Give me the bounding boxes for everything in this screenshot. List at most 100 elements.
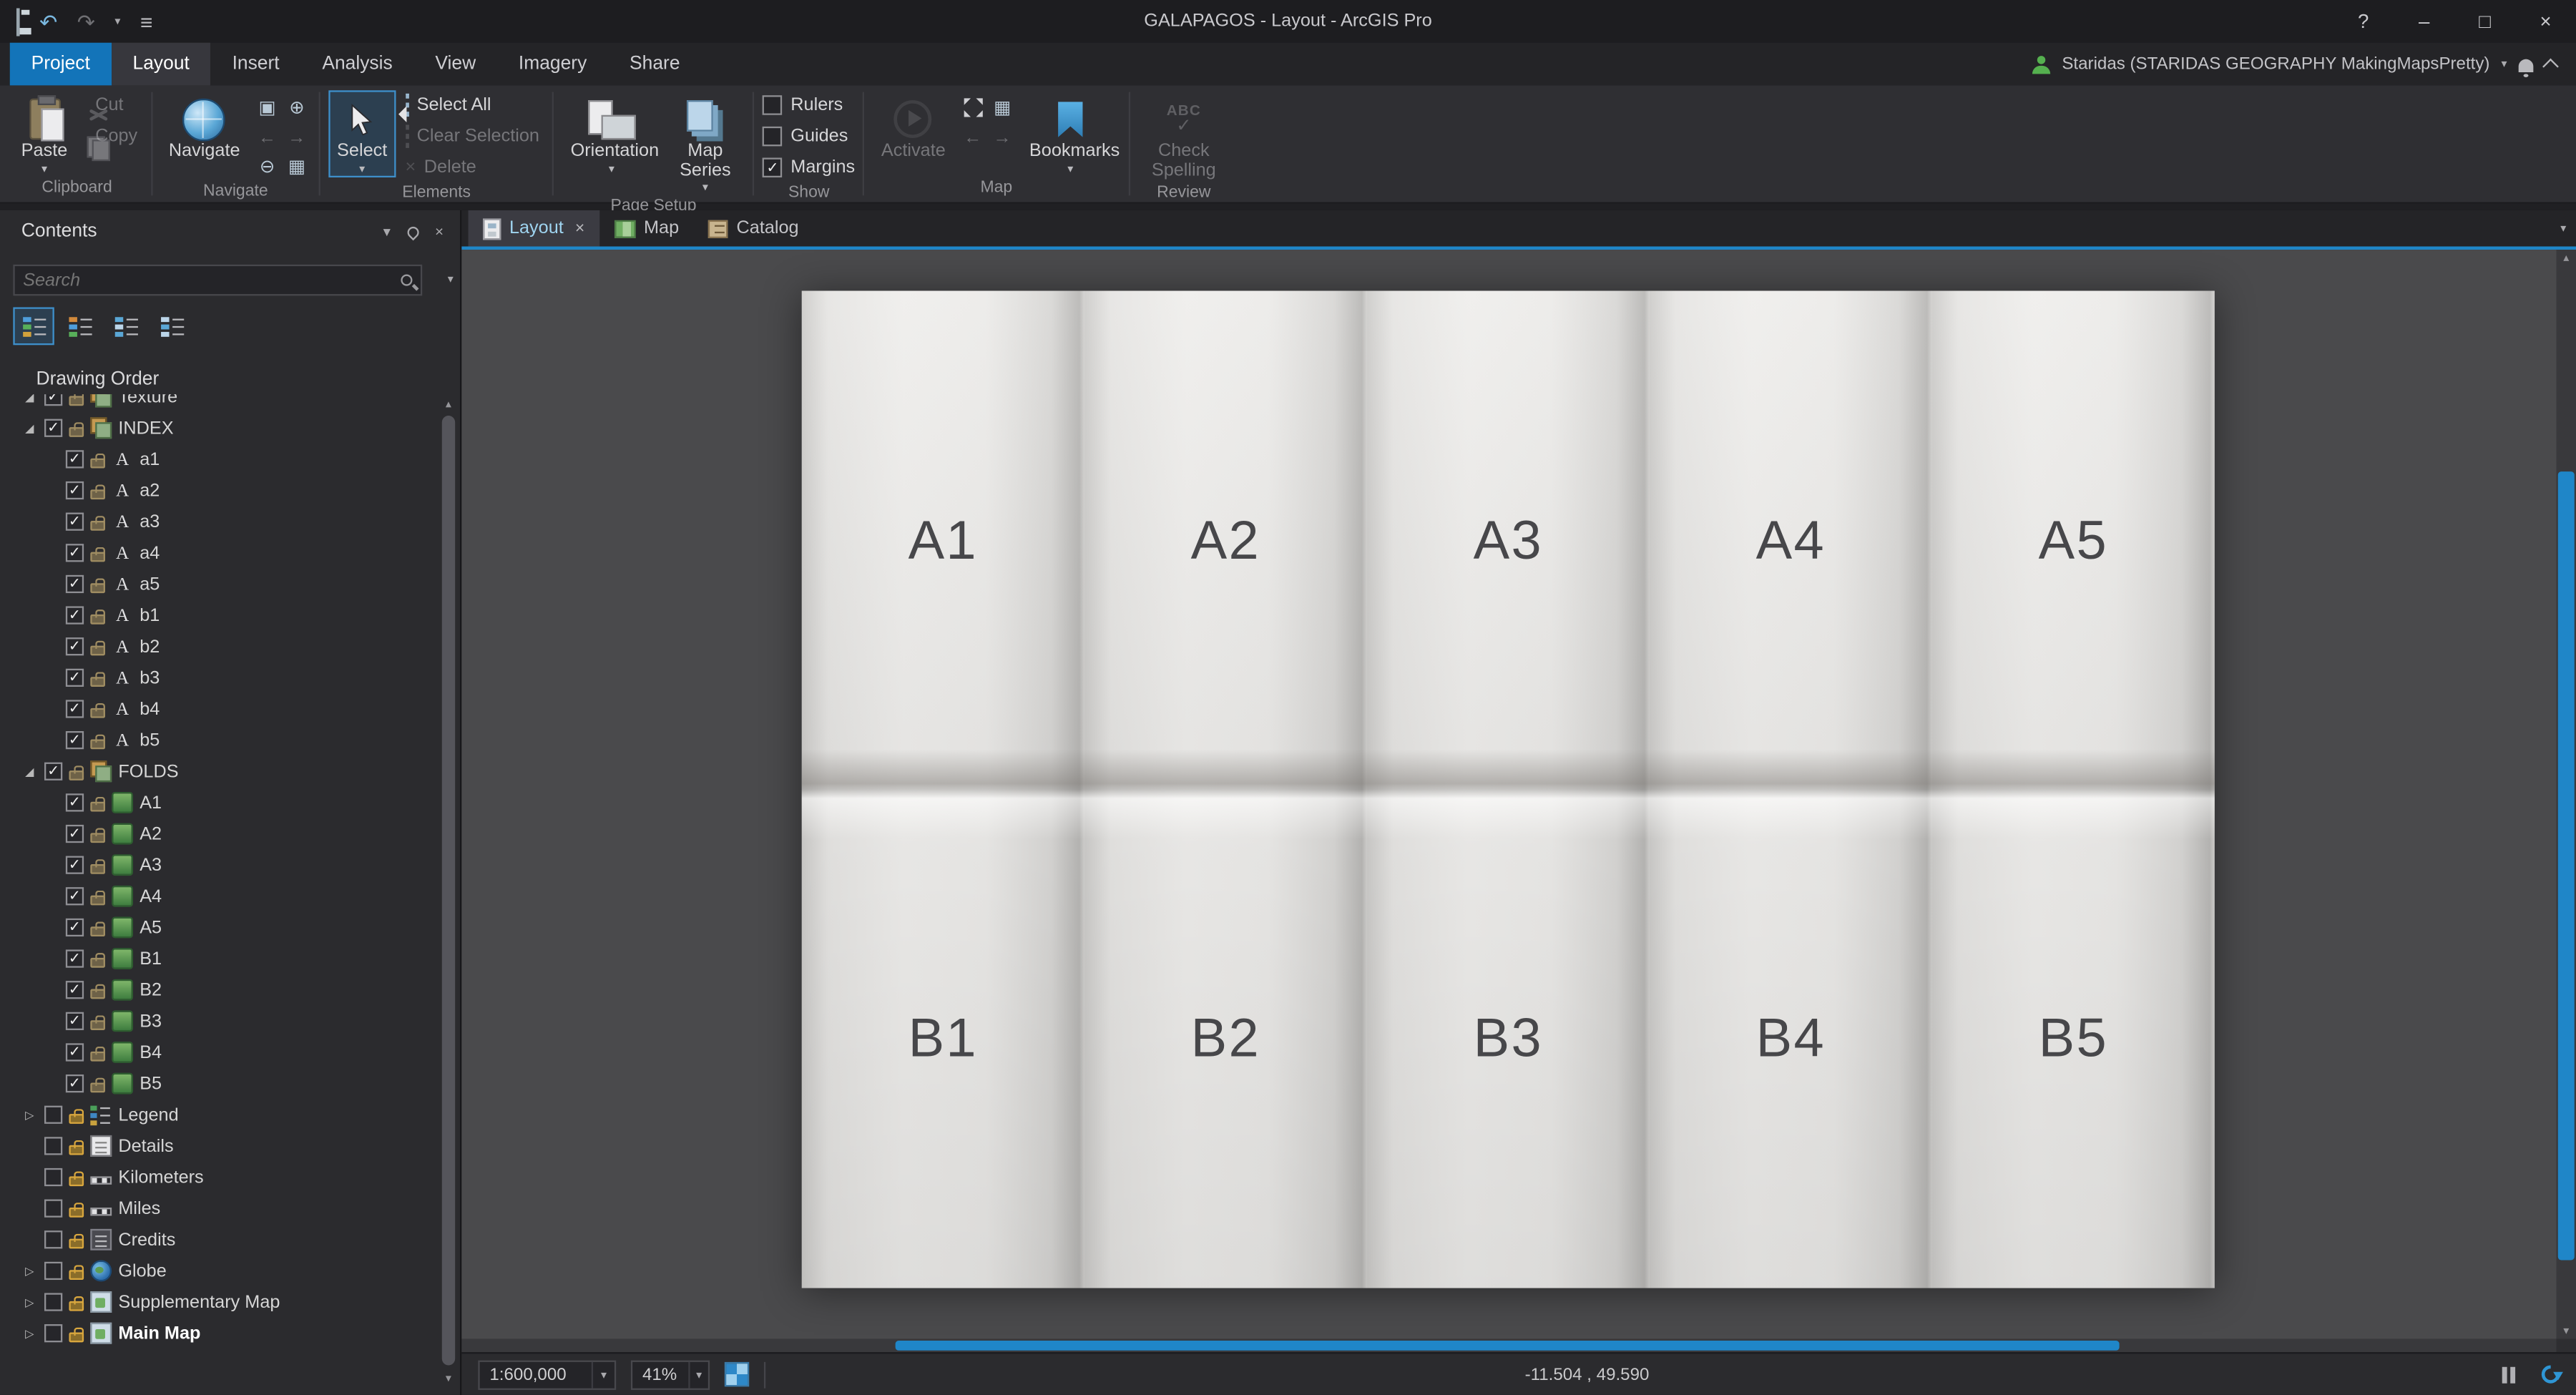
pane-close-icon[interactable]: × bbox=[435, 223, 444, 240]
list-by-source-button[interactable] bbox=[59, 307, 100, 345]
save-icon[interactable] bbox=[16, 7, 20, 36]
rulers-toggle[interactable]: Rulers bbox=[763, 90, 855, 119]
doc-tab-layout[interactable]: Layout × bbox=[468, 210, 599, 247]
expand-arrow[interactable]: ▷ bbox=[21, 1108, 38, 1121]
map-next-extent-button[interactable]: → bbox=[989, 123, 1017, 151]
layer-checkbox[interactable]: ✓ bbox=[65, 793, 84, 812]
contents-scroll-thumb[interactable] bbox=[441, 416, 456, 1366]
zoom-caret-icon[interactable]: ▾ bbox=[688, 1361, 708, 1388]
margins-checkbox[interactable]: ✓ bbox=[763, 157, 783, 178]
previous-extent-button[interactable]: ← bbox=[253, 123, 281, 151]
layer-checkbox[interactable]: ✓ bbox=[65, 637, 84, 656]
zoom-full-extent-button[interactable] bbox=[959, 94, 986, 122]
expand-arrow[interactable]: ◢ bbox=[21, 394, 38, 403]
layer-row[interactable]: ▷ Supplementary Map bbox=[0, 1286, 437, 1318]
v-scroll-up-icon[interactable]: ▴ bbox=[2557, 251, 2576, 265]
doc-tab-catalog[interactable]: Catalog bbox=[694, 210, 813, 247]
tab-share[interactable]: Share bbox=[608, 43, 701, 86]
undo-icon[interactable]: ↶ bbox=[39, 11, 57, 32]
layer-row[interactable]: ◢ ✓ Texture bbox=[0, 394, 437, 412]
expand-arrow[interactable]: ▷ bbox=[21, 1296, 38, 1308]
activate-button[interactable]: Activate bbox=[873, 90, 954, 163]
layer-checkbox[interactable]: ✓ bbox=[44, 394, 63, 406]
select-button[interactable]: Select ▾ bbox=[328, 90, 396, 177]
contents-scrollbar[interactable]: ▴ ▾ bbox=[440, 398, 456, 1385]
collapse-ribbon-icon[interactable] bbox=[2542, 58, 2559, 75]
layer-checkbox[interactable]: ✓ bbox=[65, 856, 84, 874]
navigate-button[interactable]: Navigate bbox=[160, 90, 248, 163]
next-extent-button[interactable]: → bbox=[283, 123, 310, 151]
v-scroll-thumb[interactable] bbox=[2557, 471, 2575, 1261]
tab-insert[interactable]: Insert bbox=[211, 43, 301, 86]
layer-checkbox[interactable]: ✓ bbox=[44, 418, 63, 437]
search-input[interactable] bbox=[23, 270, 393, 290]
menu-icon[interactable]: ≡ bbox=[140, 11, 152, 32]
layer-row[interactable]: ✓ B1 bbox=[0, 943, 437, 974]
scroll-down-icon[interactable]: ▾ bbox=[440, 1372, 456, 1385]
layer-row[interactable]: ✓ A4 bbox=[0, 881, 437, 912]
cut-button[interactable]: Cut bbox=[82, 90, 142, 119]
layer-row[interactable]: ✓ A b5 bbox=[0, 725, 437, 756]
layer-checkbox[interactable]: ✓ bbox=[65, 1043, 84, 1062]
guides-toggle[interactable]: Guides bbox=[763, 122, 855, 151]
layer-row[interactable]: Miles bbox=[0, 1193, 437, 1224]
guides-checkbox[interactable] bbox=[763, 126, 783, 147]
list-by-drawing-order-button[interactable] bbox=[13, 307, 54, 346]
layer-checkbox[interactable] bbox=[44, 1230, 63, 1249]
full-extent-button[interactable]: ▣ bbox=[253, 94, 281, 122]
layer-row[interactable]: ✓ A2 bbox=[0, 818, 437, 850]
zoom-to-selection-button[interactable]: ▦ bbox=[283, 153, 310, 181]
layer-row[interactable]: ✓ A a4 bbox=[0, 537, 437, 569]
layer-row[interactable]: ◢ ✓ INDEX bbox=[0, 412, 437, 444]
layer-checkbox[interactable]: ✓ bbox=[65, 824, 84, 843]
redo-icon[interactable]: ↷ bbox=[77, 11, 95, 32]
layer-checkbox[interactable]: ✓ bbox=[44, 762, 63, 780]
layer-row[interactable]: ▷ Main Map bbox=[0, 1318, 437, 1349]
maximize-button[interactable]: □ bbox=[2454, 0, 2515, 43]
minimize-button[interactable]: – bbox=[2394, 0, 2454, 43]
layer-checkbox[interactable]: ✓ bbox=[65, 544, 84, 562]
layer-checkbox[interactable]: ✓ bbox=[65, 949, 84, 968]
layer-row[interactable]: ✓ B4 bbox=[0, 1037, 437, 1068]
clear-selection-button[interactable]: Clear Selection bbox=[401, 122, 544, 151]
search-history-caret-icon[interactable]: ▾ bbox=[448, 273, 454, 286]
expand-arrow[interactable]: ◢ bbox=[21, 765, 38, 778]
select-all-button[interactable]: Select All bbox=[401, 90, 544, 119]
h-scroll-thumb[interactable] bbox=[895, 1341, 2120, 1351]
layer-checkbox[interactable]: ✓ bbox=[65, 981, 84, 999]
account-menu[interactable]: Staridas (STARIDAS GEOGRAPHY MakingMapsP… bbox=[2032, 43, 2576, 86]
layer-checkbox[interactable]: ✓ bbox=[65, 730, 84, 750]
layer-row[interactable]: ✓ A3 bbox=[0, 849, 437, 881]
paste-button[interactable]: Paste ▾ bbox=[11, 90, 77, 177]
pane-menu-caret-icon[interactable]: ▾ bbox=[383, 222, 391, 240]
check-spelling-button[interactable]: ABC ✓ Check Spelling bbox=[1138, 90, 1230, 182]
tab-analysis[interactable]: Analysis bbox=[300, 43, 413, 86]
layer-row[interactable]: ▷ Legend bbox=[0, 1099, 437, 1130]
orientation-button[interactable]: Orientation ▾ bbox=[562, 90, 661, 177]
expand-arrow[interactable]: ▷ bbox=[21, 1264, 38, 1278]
delete-button[interactable]: × Delete bbox=[401, 153, 544, 182]
tab-layout[interactable]: Layout bbox=[111, 42, 211, 86]
layer-checkbox[interactable] bbox=[44, 1324, 63, 1343]
layer-row[interactable]: ✓ B2 bbox=[0, 974, 437, 1006]
tab-view[interactable]: View bbox=[414, 43, 497, 86]
scale-caret-icon[interactable]: ▾ bbox=[591, 1361, 614, 1388]
snapping-toggle-icon[interactable] bbox=[724, 1361, 750, 1387]
layout-paper[interactable]: A1 A2 A3 A4 A5 B1 B2 B3 B4 B5 bbox=[801, 290, 2215, 1288]
customize-qat-caret-icon[interactable]: ▾ bbox=[114, 16, 120, 27]
layer-row[interactable]: ✓ B5 bbox=[0, 1068, 437, 1100]
scale-combo[interactable]: 1:600,000 ▾ bbox=[478, 1359, 617, 1389]
layer-checkbox[interactable] bbox=[44, 1137, 63, 1155]
layer-row[interactable]: ✓ A1 bbox=[0, 787, 437, 818]
layer-row[interactable]: ▷ Globe bbox=[0, 1256, 437, 1287]
layer-checkbox[interactable]: ✓ bbox=[65, 450, 84, 469]
copy-button[interactable]: Copy bbox=[82, 122, 142, 151]
margins-toggle[interactable]: ✓ Margins bbox=[763, 153, 855, 182]
v-scroll-down-icon[interactable]: ▾ bbox=[2557, 1324, 2576, 1337]
vertical-scrollbar[interactable]: ▴ ▾ bbox=[2556, 250, 2576, 1339]
doc-tab-map[interactable]: Map bbox=[599, 210, 694, 247]
horizontal-scrollbar[interactable] bbox=[461, 1338, 2557, 1353]
search-icon[interactable] bbox=[401, 274, 413, 286]
layer-row[interactable]: ✓ A b4 bbox=[0, 693, 437, 725]
layer-row[interactable]: ✓ A a3 bbox=[0, 506, 437, 537]
